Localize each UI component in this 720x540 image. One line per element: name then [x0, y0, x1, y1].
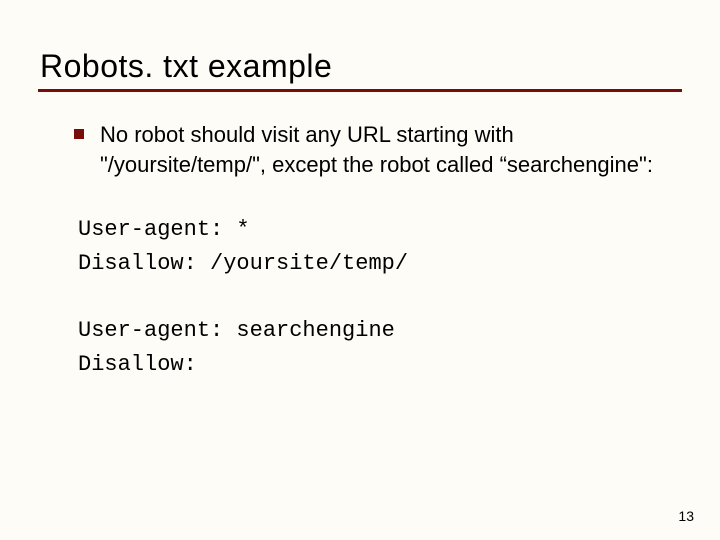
code-line: User-agent: searchengine — [78, 314, 682, 348]
bullet-item: No robot should visit any URL starting w… — [38, 120, 682, 179]
slide: Robots. txt example No robot should visi… — [0, 0, 720, 540]
bullet-text: No robot should visit any URL starting w… — [100, 120, 662, 179]
slide-title: Robots. txt example — [38, 48, 682, 85]
code-line: Disallow: /yoursite/temp/ — [78, 247, 682, 281]
code-gap — [78, 282, 682, 314]
code-line: User-agent: * — [78, 213, 682, 247]
square-bullet-icon — [74, 129, 84, 139]
code-line: Disallow: — [78, 348, 682, 382]
title-rule — [38, 89, 682, 92]
page-number: 13 — [678, 508, 694, 524]
code-block: User-agent: * Disallow: /yoursite/temp/ … — [38, 213, 682, 381]
